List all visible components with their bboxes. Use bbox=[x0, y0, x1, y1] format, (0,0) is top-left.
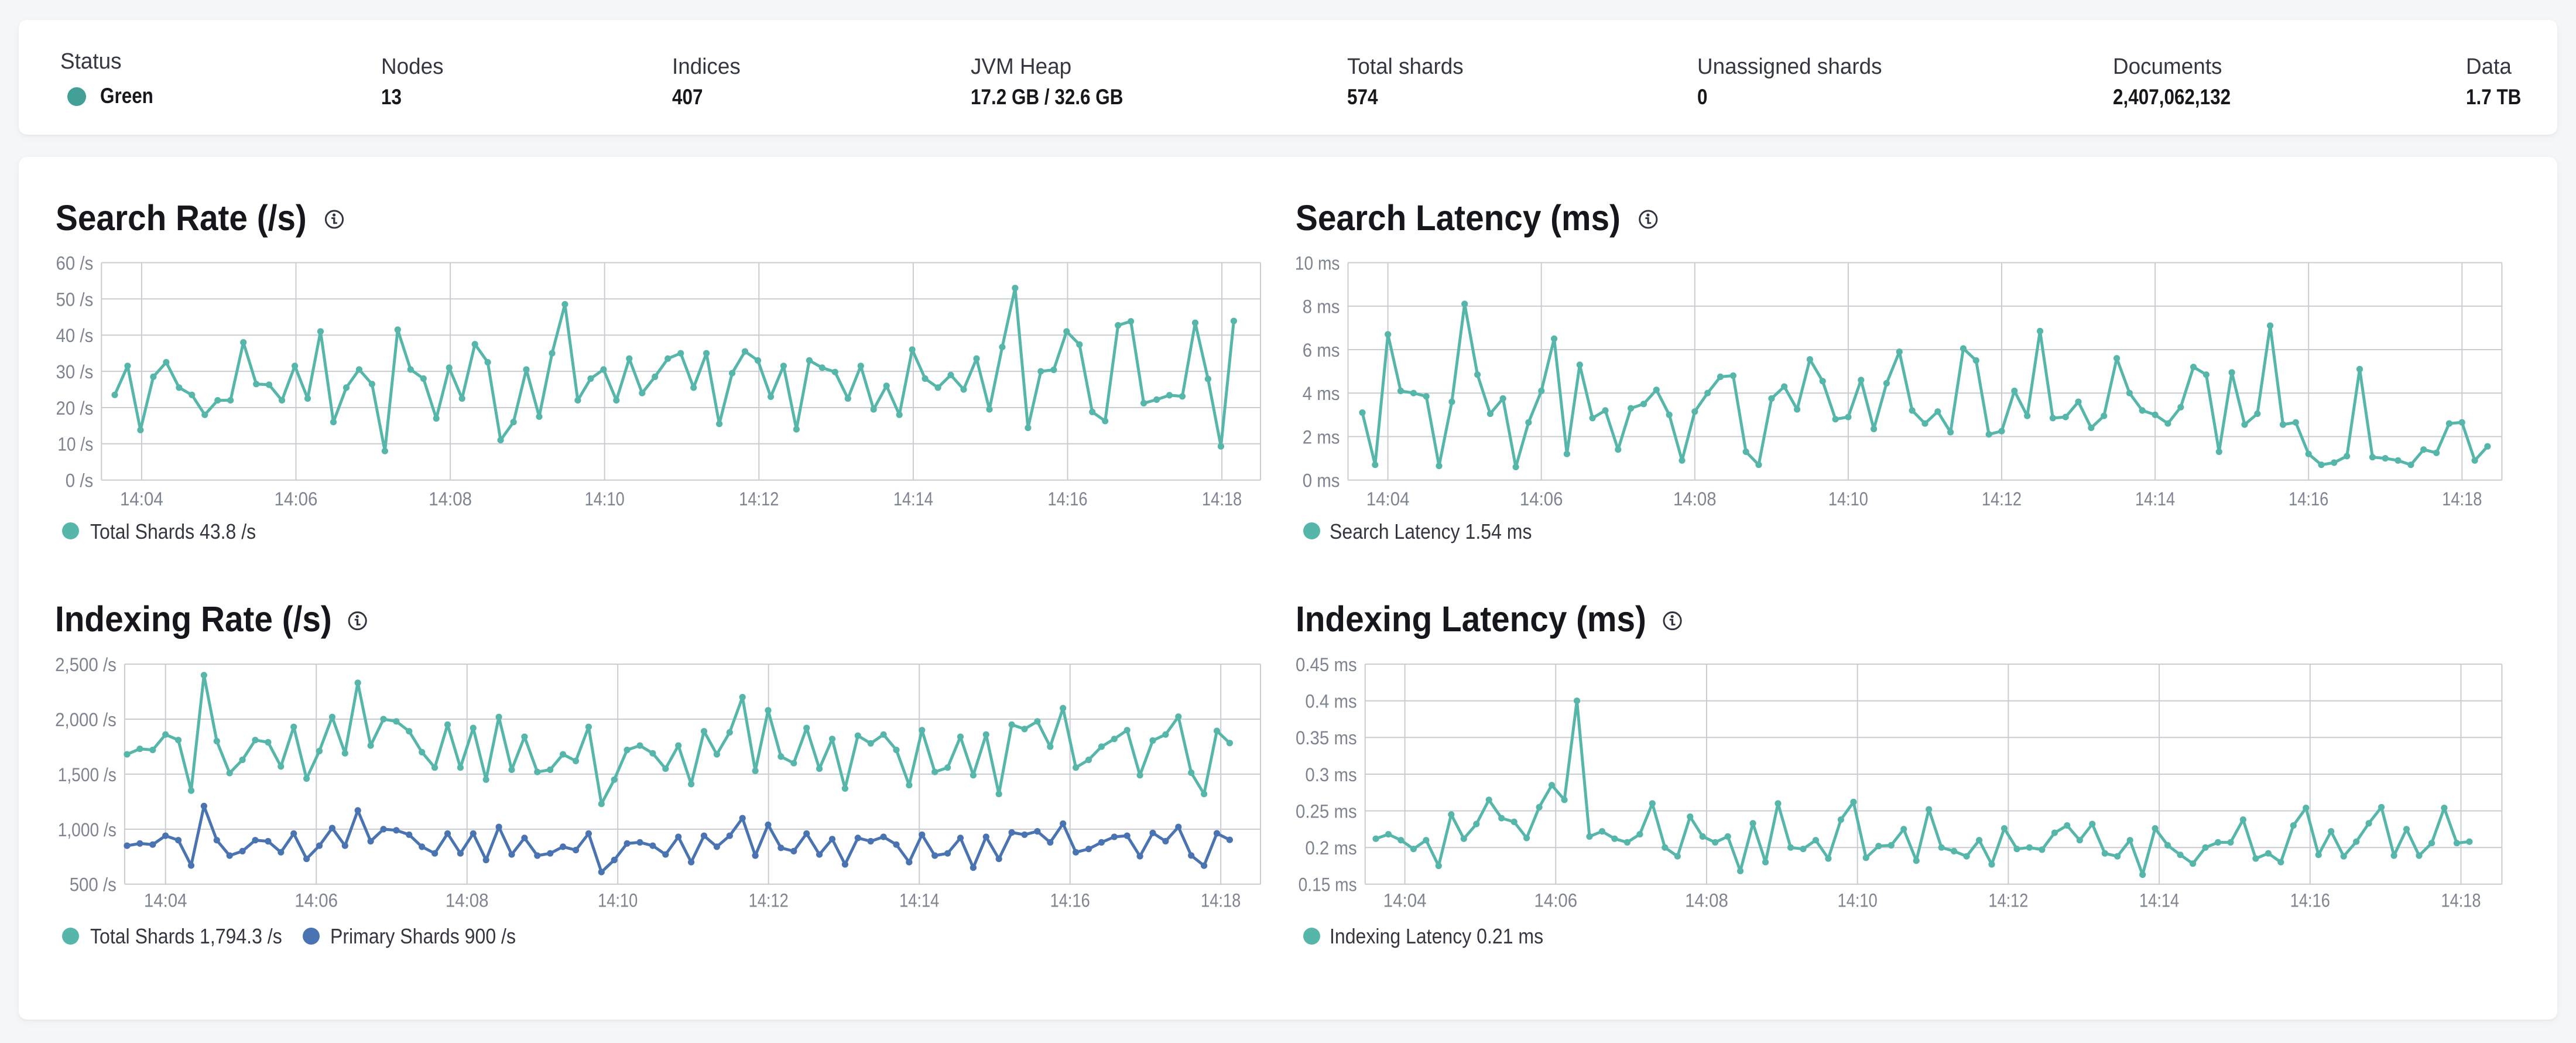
svg-text:14:18: 14:18 bbox=[1201, 890, 1241, 911]
svg-text:14:04: 14:04 bbox=[1366, 488, 1410, 509]
svg-text:20 /s: 20 /s bbox=[56, 398, 94, 419]
svg-text:14:16: 14:16 bbox=[2289, 488, 2328, 509]
svg-text:8 ms: 8 ms bbox=[1303, 296, 1340, 317]
svg-text:0.25 ms: 0.25 ms bbox=[1296, 801, 1357, 822]
svg-text:14:06: 14:06 bbox=[1520, 488, 1563, 509]
svg-text:0.3 ms: 0.3 ms bbox=[1305, 764, 1356, 785]
svg-text:0.45 ms: 0.45 ms bbox=[1296, 654, 1357, 675]
svg-text:14:06: 14:06 bbox=[294, 890, 338, 911]
svg-text:0.15 ms: 0.15 ms bbox=[1299, 874, 1357, 895]
svg-text:14:12: 14:12 bbox=[739, 488, 779, 509]
svg-text:0 ms: 0 ms bbox=[1303, 470, 1340, 491]
svg-text:14:16: 14:16 bbox=[1050, 890, 1090, 911]
svg-text:14:10: 14:10 bbox=[1838, 890, 1878, 911]
svg-text:14:04: 14:04 bbox=[120, 488, 163, 509]
svg-text:50 /s: 50 /s bbox=[56, 289, 94, 310]
svg-text:14:16: 14:16 bbox=[2290, 890, 2330, 911]
svg-text:14:14: 14:14 bbox=[2135, 488, 2175, 509]
svg-text:6 ms: 6 ms bbox=[1303, 340, 1340, 361]
svg-text:60 /s: 60 /s bbox=[56, 252, 94, 273]
svg-text:0 /s: 0 /s bbox=[66, 470, 94, 491]
svg-text:14:14: 14:14 bbox=[893, 488, 933, 509]
svg-text:14:14: 14:14 bbox=[899, 890, 939, 911]
svg-text:2 ms: 2 ms bbox=[1303, 426, 1340, 447]
svg-text:14:06: 14:06 bbox=[1534, 890, 1577, 911]
svg-text:14:10: 14:10 bbox=[585, 488, 625, 509]
svg-text:1,500 /s: 1,500 /s bbox=[58, 764, 117, 785]
svg-text:14:18: 14:18 bbox=[1202, 488, 1242, 509]
svg-text:10 ms: 10 ms bbox=[1295, 252, 1340, 273]
svg-text:14:08: 14:08 bbox=[446, 890, 489, 911]
svg-text:14:10: 14:10 bbox=[1828, 488, 1868, 509]
svg-text:14:04: 14:04 bbox=[144, 890, 187, 911]
svg-text:14:08: 14:08 bbox=[429, 488, 472, 509]
svg-text:500 /s: 500 /s bbox=[70, 874, 117, 895]
svg-text:2,500 /s: 2,500 /s bbox=[55, 654, 117, 675]
svg-text:14:18: 14:18 bbox=[2442, 488, 2482, 509]
svg-text:0.2 ms: 0.2 ms bbox=[1305, 837, 1356, 859]
svg-text:14:12: 14:12 bbox=[1988, 890, 2028, 911]
svg-text:14:08: 14:08 bbox=[1673, 488, 1717, 509]
svg-text:14:16: 14:16 bbox=[1047, 488, 1087, 509]
svg-text:14:06: 14:06 bbox=[275, 488, 318, 509]
svg-text:14:10: 14:10 bbox=[598, 890, 638, 911]
svg-text:14:12: 14:12 bbox=[1982, 488, 2022, 509]
svg-text:14:04: 14:04 bbox=[1383, 890, 1427, 911]
svg-text:14:08: 14:08 bbox=[1685, 890, 1728, 911]
svg-text:30 /s: 30 /s bbox=[56, 361, 94, 382]
svg-text:14:12: 14:12 bbox=[749, 890, 789, 911]
svg-text:0.35 ms: 0.35 ms bbox=[1296, 727, 1357, 748]
svg-text:10 /s: 10 /s bbox=[57, 434, 93, 455]
svg-text:4 ms: 4 ms bbox=[1303, 383, 1340, 404]
svg-text:2,000 /s: 2,000 /s bbox=[55, 709, 117, 730]
svg-text:14:14: 14:14 bbox=[2139, 890, 2179, 911]
svg-text:40 /s: 40 /s bbox=[56, 325, 94, 346]
svg-text:1,000 /s: 1,000 /s bbox=[58, 819, 117, 840]
svg-text:14:18: 14:18 bbox=[2441, 890, 2481, 911]
svg-text:0.4 ms: 0.4 ms bbox=[1305, 691, 1356, 712]
